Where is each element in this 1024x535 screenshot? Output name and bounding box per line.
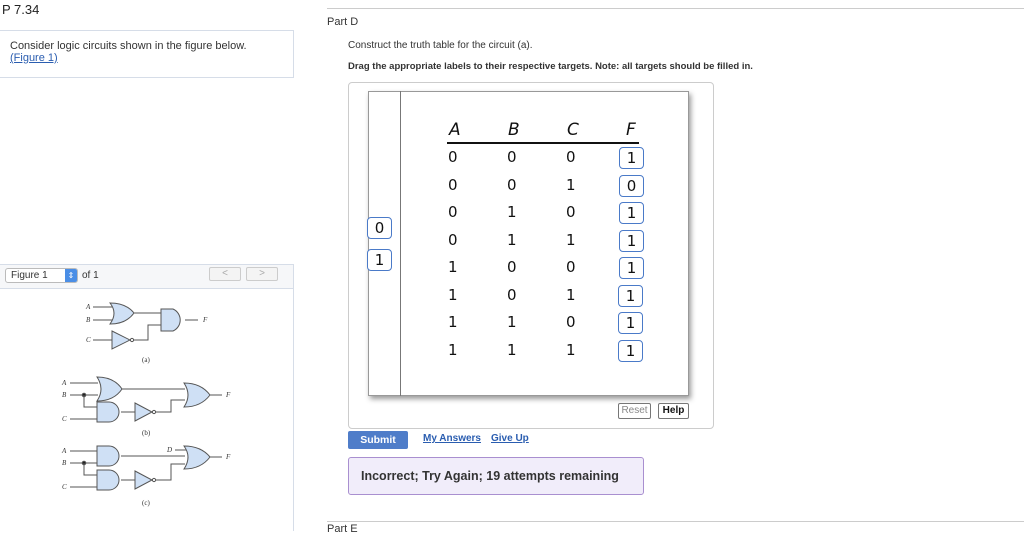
caption-a: (a) [142,356,150,364]
table-cell: 0 [507,148,517,166]
header-b: B [508,120,520,140]
table-cell: 0 [448,203,458,221]
caption-b: (b) [142,429,151,437]
label-b: B [86,316,91,324]
f-target[interactable]: 0 [619,174,644,197]
instruction: Construct the truth table for the circui… [348,40,533,51]
prev-figure-button[interactable]: < [209,267,241,281]
label-a: A [61,379,67,387]
drag-note: Drag the appropriate labels to their res… [348,61,753,72]
my-answers-link[interactable]: My Answers [423,433,481,444]
table-cell: 0 [507,175,517,194]
table-cell: 0 [566,148,576,166]
feedback-message: Incorrect; Try Again; 19 attempts remain… [348,457,644,495]
table-cell: 0 [566,203,576,221]
table-cell: 1 [507,313,517,331]
label-f: F [202,316,208,324]
table-cell: 0 [566,258,576,276]
label-f: F [225,391,231,399]
circuit-a [93,302,198,350]
label-c: C [86,336,91,344]
table-cell: 1 [507,340,517,359]
table-cell: 1 [448,285,458,304]
submit-button[interactable]: Submit [348,431,408,449]
divider [327,8,1024,9]
table-cell: 1 [507,230,517,249]
draggable-label-0[interactable]: 0 [367,217,392,239]
f-target[interactable]: 1 [619,229,644,252]
logic-circuits-figure: A B C F (a) A B C F (b) A B C D F (c) [61,302,231,507]
table-cell: 1 [566,285,576,304]
intro-text: Consider logic circuits shown in the fig… [10,40,247,52]
table-cell: 1 [566,340,576,359]
table-cell: 1 [448,340,458,359]
label-bank-divider [400,91,401,396]
next-part-title: Part E [327,521,1024,535]
label-c: C [62,483,67,491]
table-cell: 1 [448,258,458,276]
f-target[interactable]: 1 [618,339,643,362]
label-a: A [61,447,67,455]
label-c: C [62,415,67,423]
label-b: B [62,391,67,399]
label-a: A [85,303,91,311]
problem-intro: Consider logic circuits shown in the fig… [0,30,294,78]
figure-area: A B C F (a) A B C F (b) A B C D F (c) [0,289,294,531]
label-b: B [62,459,67,467]
figure-select[interactable]: Figure 1 ⇕ [5,268,78,283]
next-figure-button[interactable]: > [246,267,278,281]
give-up-link[interactable]: Give Up [491,433,529,444]
figure-select-value: Figure 1 [11,270,48,281]
f-target[interactable]: 1 [619,147,644,169]
header-c: C [567,120,579,140]
circuit-c [70,445,222,491]
figure-count: of 1 [82,270,99,281]
f-target[interactable]: 1 [618,312,643,334]
problem-title: P 7.34 [2,2,40,17]
table-cell: 1 [448,313,458,331]
header-f: F [626,120,636,140]
label-d: D [166,446,172,454]
header-rule [447,142,639,144]
table-cell: 1 [566,175,576,194]
table-cell: 0 [448,175,458,194]
table-cell: 0 [566,313,576,331]
table-cell: 1 [566,230,576,249]
reset-button[interactable]: Reset [618,403,651,419]
help-button[interactable]: Help [658,403,689,419]
table-cell: 0 [507,285,517,304]
caption-c: (c) [142,499,150,507]
header-a: A [449,120,461,140]
circuit-b [70,376,222,423]
select-arrows-icon: ⇕ [65,269,77,282]
table-cell: 0 [448,230,458,249]
table-cell: 1 [507,203,517,221]
figure-link[interactable]: (Figure 1) [10,52,58,64]
draggable-label-1[interactable]: 1 [367,249,392,271]
f-target[interactable]: 1 [619,257,644,279]
part-title: Part D [327,16,359,28]
f-target[interactable]: 1 [618,284,643,307]
table-cell: 0 [448,148,458,166]
label-f: F [225,453,231,461]
table-cell: 0 [507,258,517,276]
f-target[interactable]: 1 [619,202,644,224]
